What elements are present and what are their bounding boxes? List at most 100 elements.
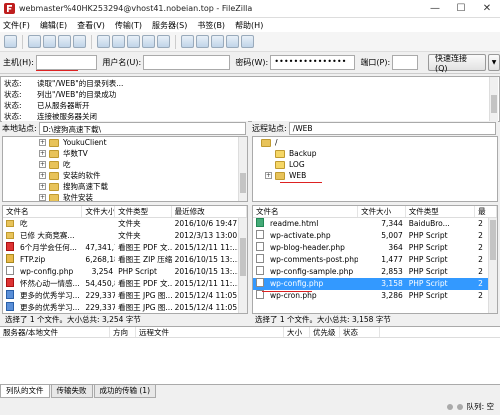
column-header[interactable]: 远程文件 [136, 327, 284, 337]
site-manager-icon[interactable] [4, 35, 17, 48]
menu-server[interactable]: 服务器(S) [152, 20, 187, 31]
column-header[interactable]: 文件大小 [358, 206, 406, 217]
toggle-queue-icon[interactable] [73, 35, 86, 48]
column-header[interactable]: 方向 [110, 327, 136, 337]
toggle-local-tree-icon[interactable] [43, 35, 56, 48]
maximize-button[interactable]: ☐ [448, 0, 474, 18]
file-row[interactable]: wp-config.php 3,254 PHP Script 2016/10/15 1… [3, 266, 247, 278]
pdf-file-icon [6, 242, 14, 251]
toggle-remote-tree-icon[interactable] [58, 35, 71, 48]
column-header[interactable]: 服务器/本地文件 [0, 327, 110, 337]
file-row[interactable]: wp-activate.php 5,007 PHP Script 2 [253, 230, 497, 242]
tree-item[interactable]: + 安装的软件 [3, 170, 247, 181]
column-header[interactable]: 文件大小 [82, 206, 116, 217]
tab-failed-transfers[interactable]: 传输失败 [50, 385, 93, 398]
local-path-input[interactable]: D:\搜狗高速下载\ [38, 122, 246, 135]
disconnect-icon[interactable] [142, 35, 155, 48]
annotation-underline [36, 70, 78, 71]
file-row[interactable]: 已修 大商竞赛... 文件夹 2012/3/13 13:00:... [3, 230, 247, 242]
username-input[interactable] [143, 55, 231, 70]
column-header[interactable]: 最近修改 [172, 206, 247, 217]
column-header[interactable]: 大小 [284, 327, 310, 337]
tree-item[interactable]: + 吃 [3, 159, 247, 170]
local-file-list: 文件名 文件大小 文件类型 最近修改 吃文件夹 2016/10/6 19:47:.… [2, 205, 248, 314]
column-header[interactable]: 文件类型 [406, 206, 476, 217]
menu-help[interactable]: 帮助(H) [235, 20, 263, 31]
tree-item[interactable]: + WEB [253, 170, 497, 181]
menu-transfer[interactable]: 传输(T) [115, 20, 142, 31]
tree-item[interactable]: Backup [253, 148, 497, 159]
message-log: 状态: 读取"/WEB"的目录列表... 状态: 列出"/WEB"的目录成功 状态:… [0, 76, 500, 122]
local-tree-scrollbar[interactable] [238, 137, 247, 201]
file-row[interactable]: wp-comments-post.php 1,477 PHP Script 2 [253, 254, 497, 266]
status-bar: 队列: 空 [0, 398, 500, 415]
toolbar [0, 32, 500, 52]
local-list-scrollbar[interactable] [238, 218, 247, 313]
port-input[interactable] [392, 55, 419, 70]
remote-status: 选择了 1 个文件。大小总共: 3,158 字节 [252, 314, 498, 325]
folder-icon [6, 232, 14, 239]
menu-edit[interactable]: 编辑(E) [40, 20, 67, 31]
search-icon[interactable] [226, 35, 239, 48]
cancel-icon[interactable] [127, 35, 140, 48]
log-row: 状态: 读取"/WEB"的目录列表... [4, 79, 124, 88]
tree-item[interactable]: + 软件安装 [3, 192, 247, 201]
tree-item[interactable]: LOG [253, 159, 497, 170]
compare-icon[interactable] [196, 35, 209, 48]
chevron-down-icon[interactable]: ▼ [488, 54, 500, 71]
file-row[interactable]: 6个月学会任何...47,341,745看图王 PDF 文...2015/12/… [3, 242, 247, 254]
column-header[interactable]: 文件类型 [115, 206, 172, 217]
file-row[interactable]: wp-blog-header.php 364 PHP Script 2 [253, 242, 497, 254]
filter-icon[interactable] [181, 35, 194, 48]
file-row[interactable]: 怀然心动一情感...54,450,873看图王 PDF 文...2015/12/… [3, 278, 247, 290]
tree-item[interactable]: + 华数TV [3, 148, 247, 159]
remote-list-scrollbar[interactable] [488, 218, 497, 313]
file-row[interactable]: 更多的优秀学习... 229,337 看图王 JPG 图... 2015/12/4 1… [3, 302, 247, 313]
tree-item[interactable]: + 搜狗高速下载 [3, 181, 247, 192]
column-header[interactable]: 最 [475, 206, 497, 217]
connection-indicator-icon [446, 403, 453, 410]
folder-icon [49, 160, 59, 169]
column-header[interactable]: 文件名 [3, 206, 83, 217]
file-row[interactable]: FTP.zip6,268,182看图王 ZIP 压缩...2016/10/15 … [3, 254, 247, 266]
queue-status: 队列: 空 [466, 402, 494, 411]
sync-browse-icon[interactable] [211, 35, 224, 48]
menu-file[interactable]: 文件(F) [3, 20, 30, 31]
tab-queued-files[interactable]: 列队的文件 [0, 385, 50, 398]
process-queue-icon[interactable] [112, 35, 125, 48]
activity-indicator-icon [456, 403, 463, 410]
file-row[interactable]: wp-config-sample.php 2,853 PHP Script 2 [253, 266, 497, 278]
tree-item[interactable]: + YoukuClient [3, 137, 247, 148]
window-title: webmaster%40HK253294@vhost41.nobeian.top… [19, 4, 253, 13]
binoculars-icon[interactable] [241, 35, 254, 48]
host-input[interactable] [35, 55, 98, 70]
file-row-selected[interactable]: wp-config.php 3,158 PHP Script 2 [253, 278, 497, 290]
column-header[interactable]: 优先级 [310, 327, 340, 337]
folder-icon [6, 220, 14, 227]
remote-path-input[interactable]: /WEB [288, 122, 496, 135]
file-row[interactable]: 更多的优秀学习... 229,337 看图王 JPG 图... 2015/12/4 1… [3, 290, 247, 302]
reconnect-icon[interactable] [157, 35, 170, 48]
toolbar-divider [22, 34, 23, 49]
minimize-button[interactable]: — [422, 0, 448, 18]
password-input[interactable]: ••••••••••••••• [270, 55, 356, 70]
username-label: 用户名(U): [102, 58, 142, 67]
column-header[interactable]: 状态 [340, 327, 380, 337]
annotation-underline [262, 291, 312, 292]
log-scrollbar[interactable] [489, 77, 498, 121]
refresh-icon[interactable] [97, 35, 110, 48]
quickconnect-button[interactable]: 快速连接(Q) [428, 54, 487, 73]
menu-view[interactable]: 查看(V) [77, 20, 105, 31]
annotation-underline [280, 182, 322, 183]
tab-successful-transfers[interactable]: 成功的传输 (1) [93, 385, 157, 398]
file-row[interactable]: 吃文件夹 2016/10/6 19:47:... [3, 218, 247, 230]
tree-item[interactable]: / [253, 137, 497, 148]
menu-bookmarks[interactable]: 书签(B) [197, 20, 225, 31]
password-label: 密码(W): [235, 58, 269, 67]
local-list-header: 文件名 文件大小 文件类型 最近修改 [3, 206, 247, 218]
column-header[interactable]: 文件名 [253, 206, 359, 217]
toggle-log-icon[interactable] [28, 35, 41, 48]
file-row[interactable]: readme.html 7,344 BaiduBro... 2 [253, 218, 497, 230]
close-button[interactable]: ✕ [474, 0, 500, 18]
expand-icon: + [39, 139, 46, 146]
